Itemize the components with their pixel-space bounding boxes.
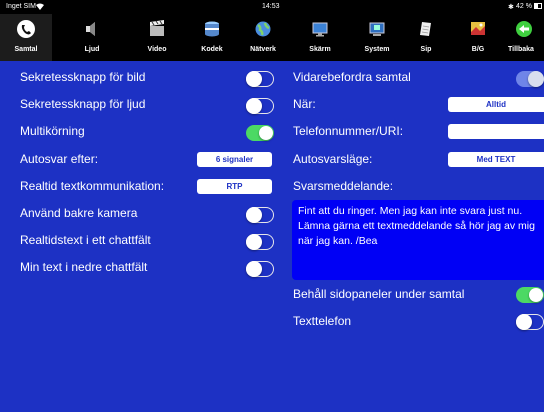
autoanswer-mode-label: Autosvarsläge: <box>293 152 373 166</box>
tab-sip[interactable]: Sip <box>400 14 452 61</box>
phone-uri-input[interactable] <box>448 124 544 139</box>
tab-tillbaka[interactable]: Tillbaka <box>504 14 544 61</box>
when-select[interactable]: Alltid <box>448 97 544 112</box>
answer-message-textarea[interactable]: Fint att du ringer. Men jag kan inte sva… <box>292 200 544 280</box>
rtt-one-field-toggle[interactable] <box>246 234 274 250</box>
multitasking-toggle[interactable] <box>246 125 274 141</box>
realtime-text-select[interactable]: RTP <box>197 179 272 194</box>
bluetooth-icon: ✱ <box>508 4 514 11</box>
phone-uri-label: Telefonnummer/URI: <box>293 124 404 138</box>
answer-message-label: Svarsmeddelande: <box>293 179 394 193</box>
autoanswer-mode-select[interactable]: Med TEXT <box>448 152 544 167</box>
back-arrow-icon <box>516 21 532 37</box>
privacy-video-toggle[interactable] <box>246 71 274 87</box>
when-label: När: <box>293 97 316 111</box>
forward-call-label: Vidarebefordra samtal <box>293 70 411 84</box>
tab-system[interactable]: System <box>351 14 403 61</box>
tab-natverk[interactable]: Nätverk <box>237 14 289 61</box>
clock: 14:53 <box>262 3 280 10</box>
privacy-video-label: Sekretessknapp för bild <box>20 70 146 84</box>
rear-camera-toggle[interactable] <box>246 207 274 223</box>
status-bar: Inget SIM 14:53 ✱ 42 % <box>0 0 544 14</box>
autoanswer-select[interactable]: 6 signaler <box>197 152 272 167</box>
multitasking-label: Multikörning <box>20 124 85 138</box>
computer-icon <box>369 22 385 36</box>
clapperboard-icon <box>150 20 164 36</box>
rear-camera-label: Använd bakre kamera <box>20 206 138 220</box>
monitor-icon <box>312 22 328 37</box>
tab-kodek[interactable]: Kodek <box>186 14 238 61</box>
keep-side-panels-toggle[interactable] <box>516 287 544 303</box>
keep-side-panels-label: Behåll sidopaneler under samtal <box>293 287 465 301</box>
carrier-text: Inget SIM <box>6 3 36 10</box>
my-text-lower-label: Min text i nedre chattfält <box>20 260 148 274</box>
image-icon <box>471 22 485 35</box>
document-icon <box>420 22 431 36</box>
database-icon <box>205 21 219 37</box>
phone-icon <box>17 20 35 38</box>
privacy-audio-toggle[interactable] <box>246 98 274 114</box>
forward-call-toggle[interactable] <box>516 71 544 87</box>
wifi-icon <box>36 3 44 12</box>
battery-text: 42 % <box>516 3 532 10</box>
battery-icon <box>534 3 543 11</box>
my-text-lower-toggle[interactable] <box>246 261 274 277</box>
autoanswer-label: Autosvar efter: <box>20 152 99 166</box>
tab-ljud[interactable]: Ljud <box>66 14 118 61</box>
tab-video[interactable]: Video <box>131 14 183 61</box>
tab-samtal[interactable]: Samtal <box>0 14 52 61</box>
rtt-one-field-label: Realtidstext i ett chattfält <box>20 233 151 247</box>
tab-bg[interactable]: B/G <box>452 14 504 61</box>
realtime-text-label: Realtid textkommunikation: <box>20 179 165 193</box>
tab-skarm[interactable]: Skärm <box>294 14 346 61</box>
toolbar: Samtal Ljud Video Kodek Nätverk Skärm Sy… <box>0 14 544 61</box>
globe-icon <box>255 21 271 37</box>
speaker-icon <box>86 22 95 36</box>
text-telephone-toggle[interactable] <box>516 314 544 330</box>
privacy-audio-label: Sekretessknapp för ljud <box>20 97 146 111</box>
text-telephone-label: Texttelefon <box>293 314 352 328</box>
